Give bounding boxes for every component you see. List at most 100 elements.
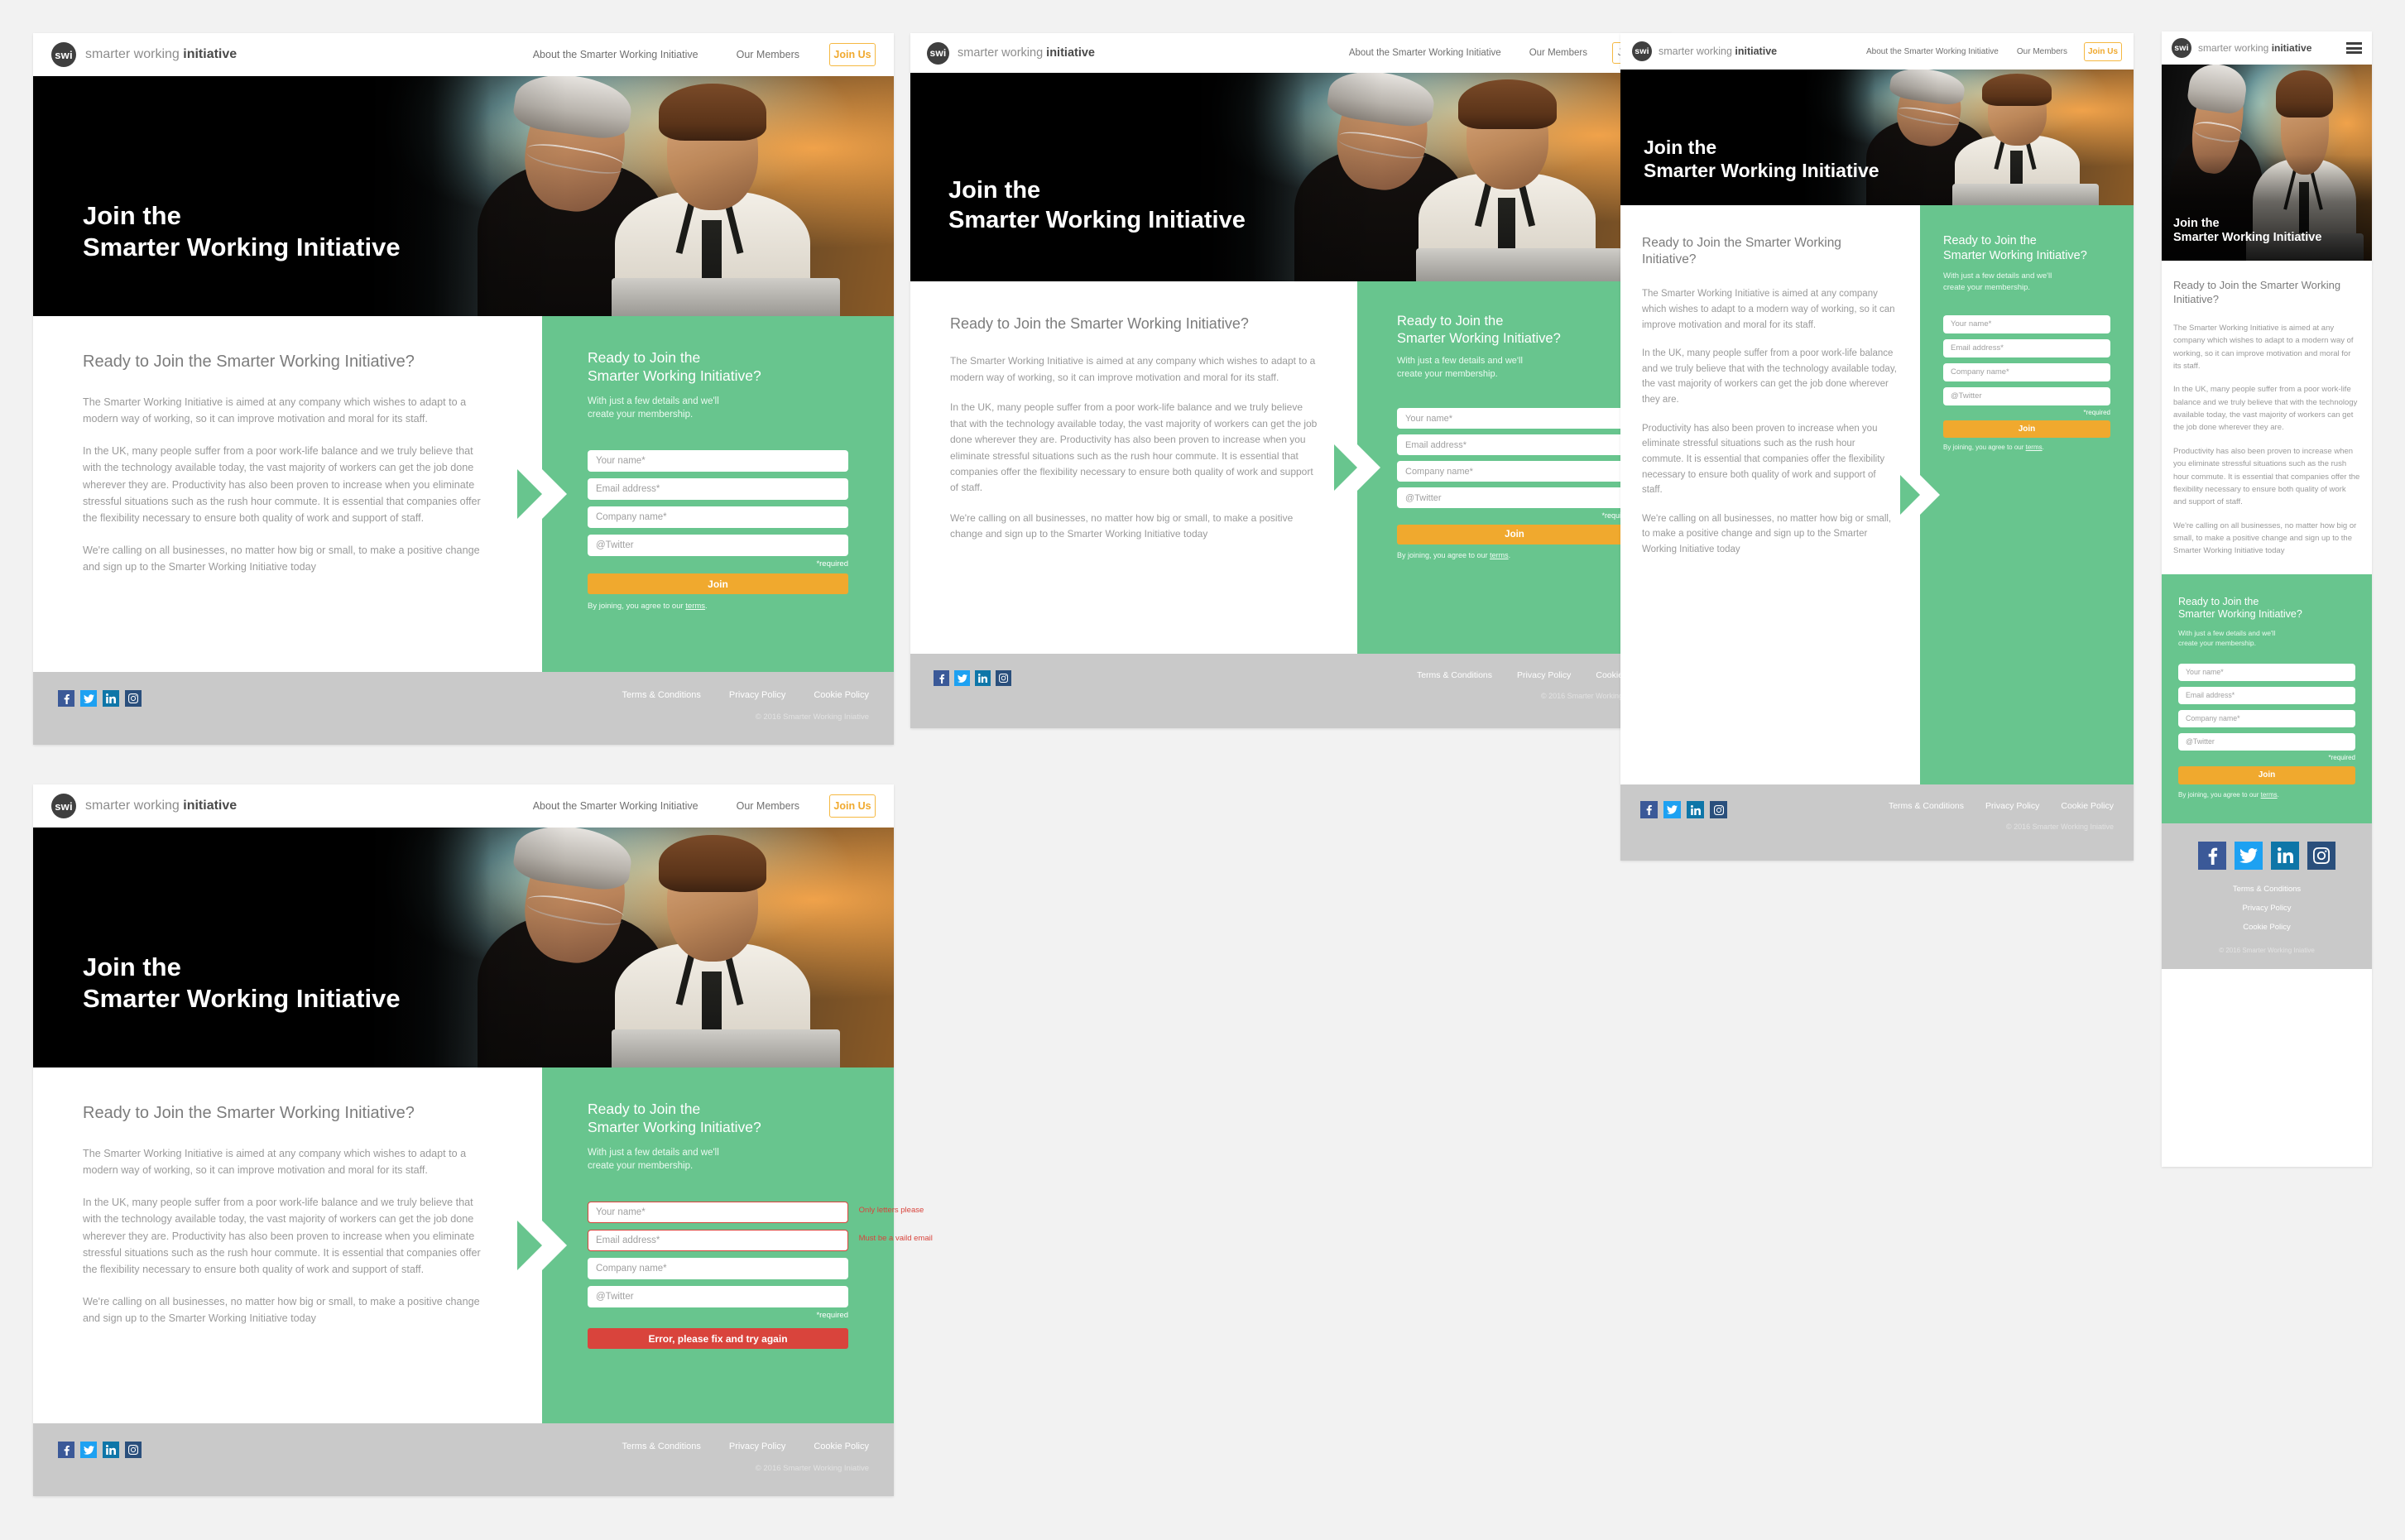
swi-badge-icon: swi — [2172, 38, 2191, 58]
brand-logo[interactable]: swi smarter working initiative — [2172, 38, 2311, 58]
brand-logo[interactable]: swi smarter working initiative — [1632, 41, 1777, 61]
nav-link-members[interactable]: Our Members — [2017, 47, 2067, 56]
form-heading: Ready to Join the Smarter Working Initia… — [1943, 233, 2110, 263]
twitter-input[interactable]: @Twitter — [2178, 732, 2355, 751]
linkedin-icon[interactable] — [1687, 801, 1704, 818]
hero-title: Join the Smarter Working Initiative — [83, 952, 401, 1015]
instagram-icon[interactable] — [125, 1442, 142, 1458]
name-input[interactable]: Your name* — [2178, 663, 2355, 681]
email-input[interactable]: Email address* — [588, 478, 848, 501]
instagram-icon[interactable] — [1710, 801, 1727, 818]
company-input[interactable]: Company name* — [2178, 709, 2355, 727]
content-row: Ready to Join the Smarter Working Initia… — [1620, 205, 2134, 784]
form-sub-line2: create your membership. — [2178, 639, 2257, 648]
hamburger-icon[interactable] — [2346, 42, 2362, 54]
instagram-icon[interactable] — [996, 670, 1011, 686]
content-heading: Ready to Join the Smarter Working Initia… — [2173, 279, 2341, 305]
nav-link-about[interactable]: About the Smarter Working Initiative — [533, 800, 698, 812]
join-submit-button[interactable]: Join — [1943, 420, 2110, 438]
tablet-mockup: swi smarter working initiative About the… — [1620, 33, 2134, 861]
company-input[interactable]: Company name* — [1397, 461, 1632, 482]
company-input[interactable]: Company name* — [1943, 362, 2110, 381]
linkedin-icon[interactable] — [103, 690, 119, 707]
facebook-icon[interactable] — [58, 690, 74, 707]
terms-link[interactable]: terms — [2026, 444, 2043, 451]
footer-link-cookie[interactable]: Cookie Policy — [814, 1442, 869, 1451]
join-submit-button[interactable]: Error, please fix and try again — [588, 1328, 848, 1350]
footer-link-terms[interactable]: Terms & Conditions — [622, 690, 701, 700]
join-submit-button[interactable]: Join — [1397, 525, 1632, 545]
join-submit-button[interactable]: Join — [2178, 765, 2355, 784]
facebook-icon[interactable] — [1640, 801, 1658, 818]
footer-link-privacy[interactable]: Privacy Policy — [1985, 801, 2039, 811]
nav-link-members[interactable]: Our Members — [737, 49, 799, 60]
footer-link-privacy[interactable]: Privacy Policy — [729, 690, 785, 700]
terms-link[interactable]: terms — [2261, 791, 2278, 799]
join-us-button[interactable]: Join Us — [829, 43, 876, 66]
twitter-icon[interactable] — [1663, 801, 1681, 818]
screenshot-canvas: swi smarter working initiative About the… — [0, 0, 2405, 1540]
content-paragraph-2b: Productivity has also been proven to inc… — [1642, 423, 1885, 496]
footer-link-cookie[interactable]: Cookie Policy — [814, 690, 869, 700]
name-input[interactable]: Your name* — [1397, 408, 1632, 429]
linkedin-icon[interactable] — [2271, 841, 2299, 870]
facebook-icon[interactable] — [58, 1442, 74, 1458]
nav-link-about[interactable]: About the Smarter Working Initiative — [1349, 48, 1501, 58]
hero-overlay — [33, 828, 894, 1067]
mobile-mockup: swi smarter working initiative Join the … — [2162, 31, 2372, 1167]
name-input[interactable]: Your name* — [588, 450, 848, 473]
form-arrow-notch — [542, 1221, 567, 1270]
twitter-icon[interactable] — [2235, 841, 2263, 870]
footer-link-cookie[interactable]: Cookie Policy — [2061, 801, 2114, 811]
footer-link-privacy[interactable]: Privacy Policy — [2242, 904, 2291, 913]
twitter-input[interactable]: @Twitter — [1943, 386, 2110, 405]
twitter-icon[interactable] — [954, 670, 970, 686]
footer-link-cookie[interactable]: Cookie Policy — [2243, 923, 2291, 932]
footer-link-terms[interactable]: Terms & Conditions — [622, 1442, 701, 1451]
brand-logo[interactable]: swi smarter working initiative — [927, 41, 1095, 65]
form-subheading: With just a few details and we'll create… — [1397, 355, 1632, 381]
join-submit-button[interactable]: Join — [588, 573, 848, 595]
facebook-icon[interactable] — [2198, 841, 2226, 870]
email-input[interactable]: Email address* — [1397, 434, 1632, 456]
email-input[interactable]: Email address* — [1943, 338, 2110, 357]
instagram-icon[interactable] — [2307, 841, 2335, 870]
content-paragraph-3: We're calling on all businesses, no matt… — [83, 1295, 480, 1325]
nav-link-about[interactable]: About the Smarter Working Initiative — [533, 49, 698, 60]
footer-link-privacy[interactable]: Privacy Policy — [729, 1442, 785, 1451]
name-input[interactable]: Your name* — [1943, 314, 2110, 333]
linkedin-icon[interactable] — [975, 670, 991, 686]
form-heading-line1: Ready to Join the — [2178, 595, 2259, 607]
join-us-button[interactable]: Join Us — [829, 794, 876, 818]
name-input[interactable]: Your name* — [588, 1202, 848, 1224]
twitter-input[interactable]: @Twitter — [588, 535, 848, 557]
nav-link-members[interactable]: Our Members — [1529, 48, 1587, 58]
footer-link-terms[interactable]: Terms & Conditions — [1417, 670, 1492, 680]
twitter-icon[interactable] — [80, 1442, 97, 1458]
terms-link[interactable]: terms — [1490, 551, 1509, 559]
twitter-input[interactable]: @Twitter — [588, 1286, 848, 1308]
email-input[interactable]: Email address* — [588, 1230, 848, 1252]
hero-title-line1: Join the — [83, 952, 181, 982]
join-us-button[interactable]: Join Us — [2084, 41, 2122, 61]
terms-link[interactable]: terms — [685, 602, 705, 611]
twitter-icon[interactable] — [80, 690, 97, 707]
content-row: Ready to Join the Smarter Working Initia… — [33, 316, 894, 672]
footer-link-privacy[interactable]: Privacy Policy — [1517, 670, 1571, 680]
form-heading: Ready to Join the Smarter Working Initia… — [588, 349, 848, 386]
nav-link-about[interactable]: About the Smarter Working Initiative — [1866, 47, 1999, 56]
instagram-icon[interactable] — [125, 690, 142, 707]
linkedin-icon[interactable] — [103, 1442, 119, 1458]
footer-link-terms[interactable]: Terms & Conditions — [2233, 885, 2301, 894]
company-input[interactable]: Company name* — [588, 1258, 848, 1280]
footer-link-terms[interactable]: Terms & Conditions — [1889, 801, 1964, 811]
company-input[interactable]: Company name* — [588, 506, 848, 529]
brand-logo[interactable]: swi smarter working initiative — [51, 794, 237, 818]
email-input[interactable]: Email address* — [2178, 686, 2355, 704]
email-error-message: Must be a vaild email — [858, 1234, 933, 1244]
facebook-icon[interactable] — [934, 670, 949, 686]
social-links — [2198, 841, 2335, 870]
twitter-input[interactable]: @Twitter — [1397, 487, 1632, 509]
nav-link-members[interactable]: Our Members — [737, 800, 799, 812]
brand-logo[interactable]: swi smarter working initiative — [51, 42, 237, 67]
